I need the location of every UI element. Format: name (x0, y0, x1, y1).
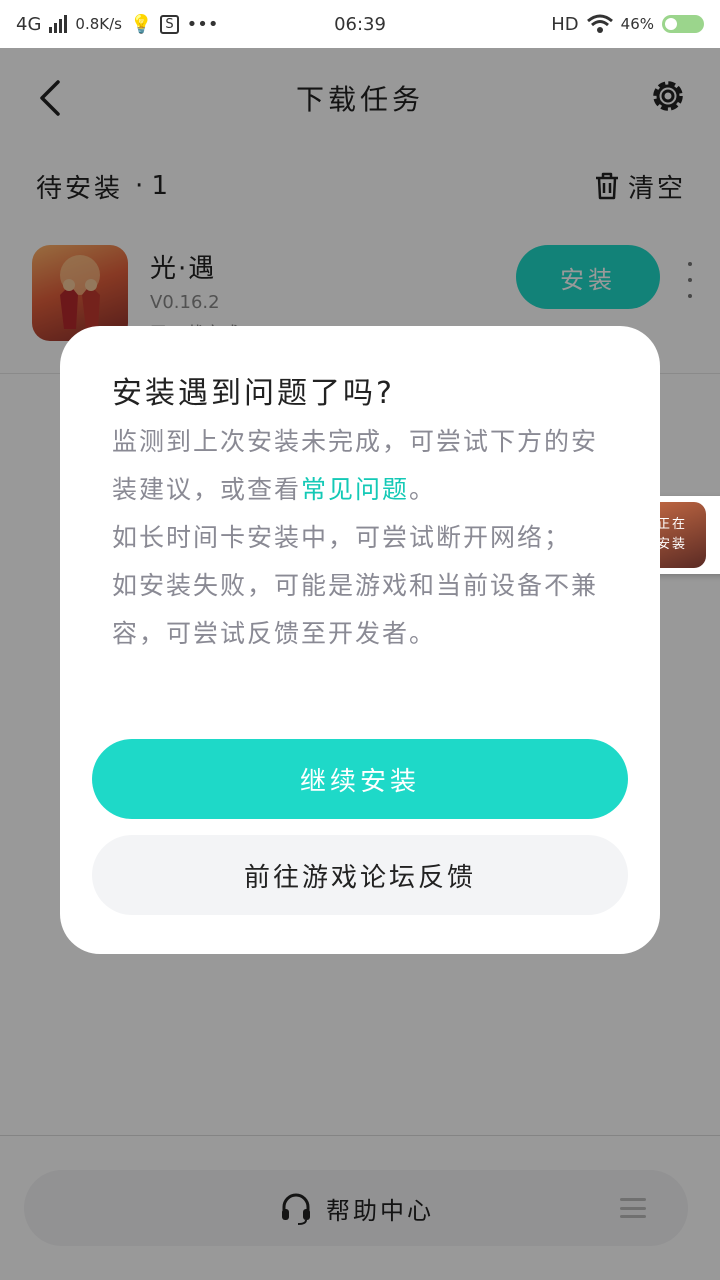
continue-install-button[interactable]: 继续安装 (92, 739, 628, 819)
installing-label-line1: 正在 (656, 517, 687, 532)
install-problem-dialog: 安装遇到问题了吗? 监测到上次安装未完成，可尝试下方的安装建议，或查看常见问题。… (60, 326, 660, 954)
dialog-title: 安装遇到问题了吗? (112, 376, 395, 411)
dialog-body: 监测到上次安装未完成，可尝试下方的安装建议，或查看常见问题。 如长时间卡安装中，… (112, 418, 612, 658)
battery-level: 46% (620, 15, 654, 33)
wifi-icon (586, 14, 613, 33)
status-bar: 4G 0.8K/s 💡 S ••• 06:39 HD 46% (0, 0, 720, 48)
bulb-icon: 💡 (129, 13, 153, 35)
faq-link[interactable]: 常见问题 (301, 475, 409, 504)
battery-icon (662, 15, 704, 33)
signal-icon (49, 15, 68, 33)
status-left: 4G 0.8K/s 💡 S ••• (16, 14, 219, 35)
forum-feedback-button[interactable]: 前往游戏论坛反馈 (92, 835, 628, 915)
more-notifications-icon: ••• (186, 13, 219, 35)
installing-label-line2: 安装 (656, 537, 687, 552)
dialog-paragraph-3: 如安装失败，可能是游戏和当前设备不兼容，可尝试反馈至开发者。 (112, 571, 599, 648)
dialog-line1-suffix: 。 (409, 475, 437, 504)
status-right: HD 46% (551, 14, 704, 35)
network-speed: 0.8K/s (75, 15, 122, 33)
network-type: 4G (16, 13, 42, 35)
hd-indicator: HD (551, 13, 579, 35)
dialog-paragraph-2: 如长时间卡安装中，可尝试断开网络； (112, 523, 572, 552)
dialog-paragraph-1: 监测到上次安装未完成，可尝试下方的安装建议，或查看常见问题。 (112, 418, 612, 514)
s-app-icon: S (160, 14, 179, 34)
